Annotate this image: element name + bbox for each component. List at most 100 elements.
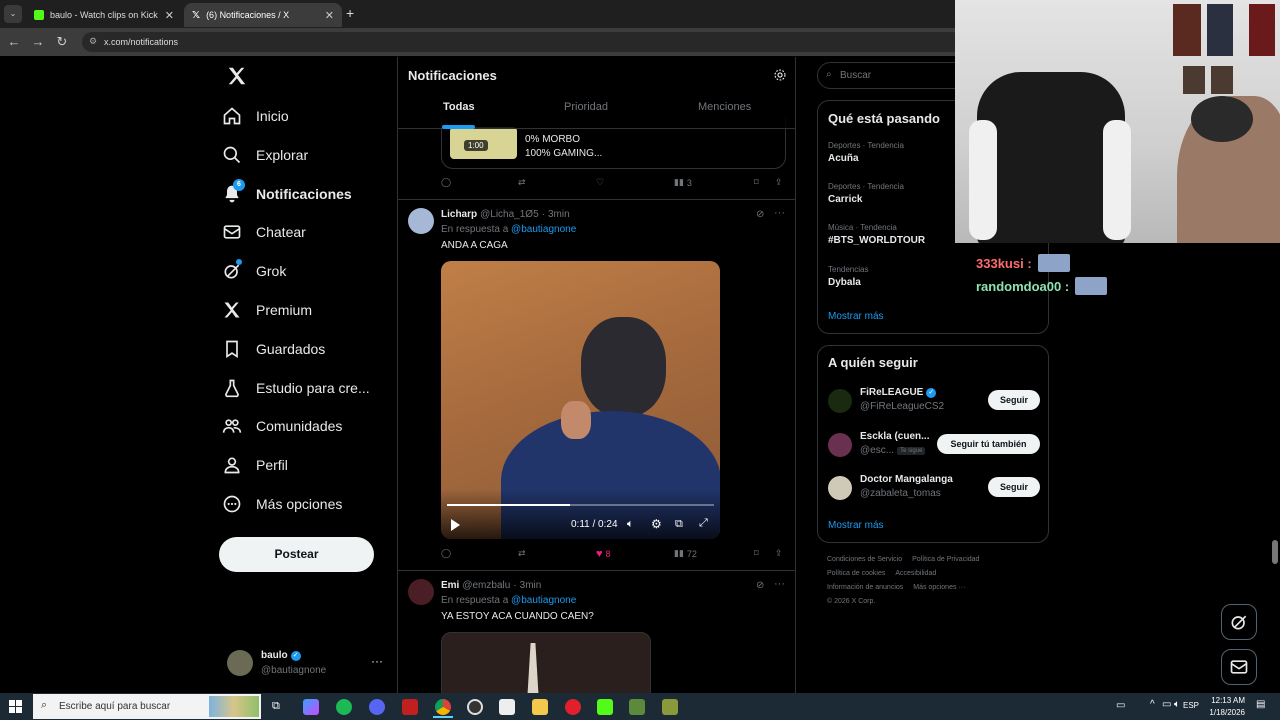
follow-button[interactable]: Seguir xyxy=(988,477,1040,497)
show-more-link[interactable]: Mostrar más xyxy=(828,520,884,531)
follow-button[interactable]: Seguir xyxy=(988,390,1040,410)
kick-icon[interactable] xyxy=(597,699,613,715)
grok-icon[interactable]: ⊘ xyxy=(756,209,764,220)
fullscreen-icon[interactable]: ⤢ xyxy=(699,517,708,530)
file-explorer-icon[interactable] xyxy=(532,699,548,715)
video-progress-track[interactable] xyxy=(447,504,714,506)
like-icon[interactable]: ♡ xyxy=(596,177,604,188)
discord-icon[interactable] xyxy=(369,699,385,715)
footer-link[interactable]: Accesibilidad xyxy=(895,570,936,577)
tab-todas[interactable]: Todas xyxy=(443,101,475,113)
nav-item-grok[interactable]: Grok xyxy=(222,255,286,287)
volume-icon[interactable]: 🔈︎ xyxy=(627,518,634,531)
forward-arrow-icon[interactable]: → xyxy=(30,34,46,50)
chevron-up-icon[interactable]: ^ xyxy=(1150,699,1155,710)
bookmark-icon[interactable]: ⌑ xyxy=(754,548,759,559)
trend-item[interactable]: Tendencias Dybala xyxy=(828,265,868,288)
post[interactable]: Emi @emzbalu · 3min ⊘ ··· En respuesta a… xyxy=(398,571,795,693)
clock[interactable]: 12:13 AM 1/18/2026 xyxy=(1201,695,1245,719)
network-icon[interactable]: ▭ xyxy=(1162,699,1171,710)
app-icon[interactable] xyxy=(499,699,515,715)
tab-kick[interactable]: baulo - Watch clips on Kick ✕ xyxy=(26,3,182,27)
post-time[interactable]: 3min xyxy=(548,209,570,220)
post-media[interactable] xyxy=(441,632,651,693)
post-button[interactable]: Postear xyxy=(219,537,374,572)
views-button[interactable]: ▮▮ 3 xyxy=(674,177,692,188)
show-more-link[interactable]: Mostrar más xyxy=(828,311,884,322)
nav-item-perfil[interactable]: Perfil xyxy=(222,449,288,481)
reload-icon[interactable]: ↻ xyxy=(54,34,70,50)
notification-center-icon[interactable]: ▤ xyxy=(1256,699,1265,710)
views-button[interactable]: ▮▮ 72 xyxy=(674,548,697,559)
author-handle[interactable]: @emzbalu xyxy=(462,580,510,591)
nav-item-premium[interactable]: Premium xyxy=(222,294,312,326)
tab-x-notifications[interactable]: 𝕏 (6) Notificaciones / X ✕ xyxy=(184,3,342,27)
nav-item-explorar[interactable]: Explorar xyxy=(222,139,308,171)
picture-in-picture-icon[interactable]: ⧉ xyxy=(675,518,683,531)
footer-link[interactable]: Más opciones ··· xyxy=(913,584,965,591)
repost-icon[interactable]: ⇄ xyxy=(518,177,526,188)
messages-floating-button[interactable] xyxy=(1221,649,1257,685)
post-time[interactable]: 3min xyxy=(520,580,542,591)
reply-icon[interactable]: ◯ xyxy=(441,548,451,559)
author-name[interactable]: Licharp xyxy=(441,209,477,220)
footer-link[interactable]: Política de cookies xyxy=(827,570,885,577)
footer-link[interactable]: Política de Privacidad xyxy=(912,556,979,563)
nav-item-inicio[interactable]: Inicio xyxy=(222,100,289,132)
footer-link[interactable]: Condiciones de Servicio xyxy=(827,556,902,563)
keyboard-icon[interactable]: ▭ xyxy=(1116,700,1125,711)
trend-item[interactable]: Deportes · Tendencia Acuña xyxy=(828,141,904,164)
site-info-icon[interactable]: ⚙ xyxy=(89,36,97,47)
new-tab-button[interactable]: + xyxy=(346,5,360,21)
back-arrow-icon[interactable]: ← xyxy=(6,34,22,50)
play-icon[interactable] xyxy=(451,519,460,531)
repost-icon[interactable]: ⇄ xyxy=(518,548,526,559)
minecraft-icon[interactable] xyxy=(629,699,645,715)
follow-suggestion[interactable]: Esckla (cuen... @esc... Te sigue Seguir … xyxy=(828,430,1042,460)
grok-floating-button[interactable] xyxy=(1221,604,1257,640)
address-bar[interactable]: ⚙ x.com/notifications xyxy=(82,32,962,52)
settings-gear-icon[interactable] xyxy=(773,68,787,82)
mention-link[interactable]: @bautiagnone xyxy=(511,595,576,606)
nav-item-mas-opciones[interactable]: Más opciones xyxy=(222,488,342,520)
language-indicator[interactable]: ESP xyxy=(1183,701,1199,710)
footer-link[interactable]: Información de anuncios xyxy=(827,584,903,591)
page-scrollbar[interactable] xyxy=(1272,540,1278,564)
spotify-icon[interactable] xyxy=(336,699,352,715)
author-name[interactable]: Emi xyxy=(441,580,459,591)
trend-item[interactable]: Deportes · Tendencia Carrick xyxy=(828,182,904,205)
follow-suggestion[interactable]: FiReLEAGUE ✓ @FiReLeagueCS2 Seguir xyxy=(828,386,1042,416)
close-tab-icon[interactable]: ✕ xyxy=(325,9,334,22)
follow-suggestion[interactable]: Doctor Mangalanga @zabaleta_tomas Seguir xyxy=(828,473,1042,503)
avatar[interactable] xyxy=(408,208,434,234)
video-settings-icon[interactable]: ⚙ xyxy=(651,517,662,531)
nav-item-estudio[interactable]: Estudio para cre... xyxy=(222,372,370,404)
opera-icon[interactable] xyxy=(565,699,581,715)
nav-item-notificaciones[interactable]: 6 Notificaciones xyxy=(222,178,352,210)
account-switcher[interactable]: baulo ✓ @bautiagnone ··· xyxy=(227,646,387,680)
avatar[interactable] xyxy=(408,579,434,605)
more-dots-icon[interactable]: ··· xyxy=(371,654,383,668)
nav-item-comunidades[interactable]: Comunidades xyxy=(222,410,342,442)
copilot-icon[interactable] xyxy=(303,699,319,715)
obs-icon[interactable] xyxy=(467,699,483,715)
more-dots-icon[interactable]: ··· xyxy=(774,207,785,219)
close-tab-icon[interactable]: ✕ xyxy=(165,9,174,22)
grok-icon[interactable]: ⊘ xyxy=(756,580,764,591)
more-dots-icon[interactable]: ··· xyxy=(774,578,785,590)
volume-icon[interactable]: 🔈︎ xyxy=(1174,699,1180,710)
task-view-icon[interactable]: ⧉ xyxy=(272,700,280,713)
bookmark-icon[interactable]: ⌑ xyxy=(754,177,759,188)
mention-link[interactable]: @bautiagnone xyxy=(511,224,576,235)
app-icon[interactable] xyxy=(402,699,418,715)
tab-search-button[interactable]: ⌄ xyxy=(4,5,22,23)
share-icon[interactable]: ⇪ xyxy=(775,177,783,188)
post[interactable]: Licharp @Licha_1Ø5 · 3min ⊘ ··· En respu… xyxy=(398,200,795,570)
taskbar-search[interactable]: ⌕ Escribe aquí para buscar xyxy=(33,694,261,719)
app-icon[interactable] xyxy=(662,699,678,715)
like-button[interactable]: ♥ 8 xyxy=(596,548,611,560)
chrome-icon[interactable] xyxy=(435,699,451,715)
reply-icon[interactable]: ◯ xyxy=(441,177,451,188)
nav-item-guardados[interactable]: Guardados xyxy=(222,333,325,365)
trend-item[interactable]: Música · Tendencia #BTS_WORLDTOUR xyxy=(828,223,925,246)
